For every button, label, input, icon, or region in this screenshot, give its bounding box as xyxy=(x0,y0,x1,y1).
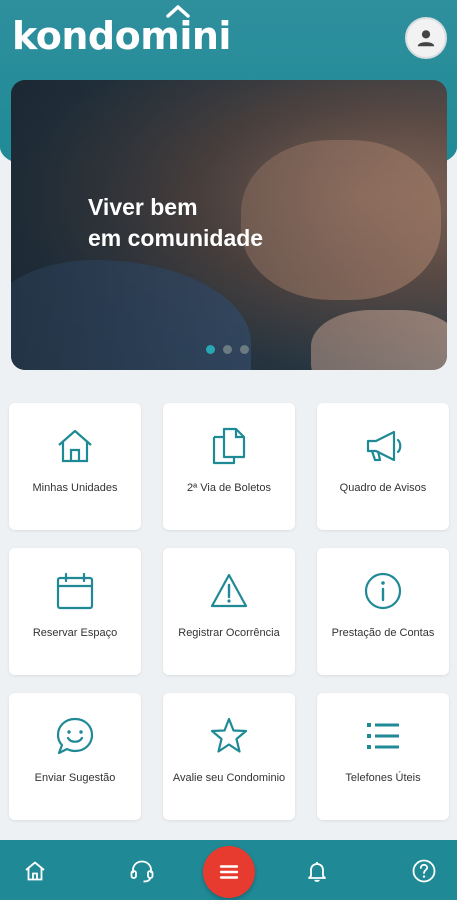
menu-icon xyxy=(219,865,239,879)
menu-card-segunda-via-boletos[interactable]: 2ª Via de Boletos xyxy=(163,403,295,530)
nav-notifications-button[interactable] xyxy=(303,857,331,885)
warning-icon xyxy=(210,573,248,608)
chat-smile-icon xyxy=(56,717,94,755)
menu-card-label: Minhas Unidades xyxy=(32,482,118,494)
profile-avatar-button[interactable] xyxy=(405,17,447,59)
banner-title: Viver bem em comunidade xyxy=(88,192,348,254)
logo-hat-icon xyxy=(166,5,190,18)
headset-icon xyxy=(130,860,154,883)
main-menu-fab-button[interactable] xyxy=(203,846,255,898)
menu-card-label: 2ª Via de Boletos xyxy=(187,482,271,494)
menu-card-prestacao-contas[interactable]: Prestação de Contas xyxy=(317,548,449,675)
carousel-dot-3[interactable] xyxy=(240,345,249,354)
info-icon xyxy=(364,572,402,610)
menu-card-quadro-avisos[interactable]: Quadro de Avisos xyxy=(317,403,449,530)
nav-help-button[interactable] xyxy=(410,857,438,885)
user-icon xyxy=(417,30,435,47)
carousel-dot-2[interactable] xyxy=(223,345,232,354)
star-icon xyxy=(210,717,248,753)
megaphone-icon xyxy=(366,430,402,462)
menu-card-label: Enviar Sugestão xyxy=(34,772,116,784)
banner-title-line2: em comunidade xyxy=(88,225,264,251)
documents-icon xyxy=(212,427,246,465)
menu-card-label: Avalie seu Condominio xyxy=(172,772,286,784)
home-icon xyxy=(25,861,45,881)
bell-icon xyxy=(308,862,326,882)
menu-card-label: Registrar Ocorrência xyxy=(178,627,280,639)
menu-card-telefones-uteis[interactable]: Telefones Úteis xyxy=(317,693,449,820)
banner-title-line1: Viver bem xyxy=(88,194,198,220)
carousel-dot-1[interactable] xyxy=(206,345,215,354)
nav-home-button[interactable] xyxy=(21,857,49,885)
calendar-icon xyxy=(56,572,94,610)
menu-card-avalie-condominio[interactable]: Avalie seu Condominio xyxy=(163,693,295,820)
menu-card-registrar-ocorrencia[interactable]: Registrar Ocorrência xyxy=(163,548,295,675)
menu-card-minhas-unidades[interactable]: Minhas Unidades xyxy=(9,403,141,530)
menu-card-enviar-sugestao[interactable]: Enviar Sugestão xyxy=(9,693,141,820)
menu-card-label: Prestação de Contas xyxy=(331,627,435,639)
menu-card-label: Quadro de Avisos xyxy=(339,482,427,494)
nav-support-button[interactable] xyxy=(128,857,156,885)
app-logo: kondomini xyxy=(12,5,231,58)
logo-text: kondomini xyxy=(12,14,231,58)
menu-card-label: Reservar Espaço xyxy=(32,627,118,639)
list-icon xyxy=(367,723,399,749)
menu-grid: Minhas Unidades 2ª Via de Boletos Quadro… xyxy=(9,403,449,820)
menu-card-label: Telefones Úteis xyxy=(345,772,421,784)
carousel-pagination xyxy=(206,345,249,354)
home-icon xyxy=(58,429,92,463)
menu-card-reservar-espaco[interactable]: Reservar Espaço xyxy=(9,548,141,675)
help-icon xyxy=(412,859,436,883)
hero-banner-carousel[interactable]: Viver bem em comunidade xyxy=(11,80,447,370)
